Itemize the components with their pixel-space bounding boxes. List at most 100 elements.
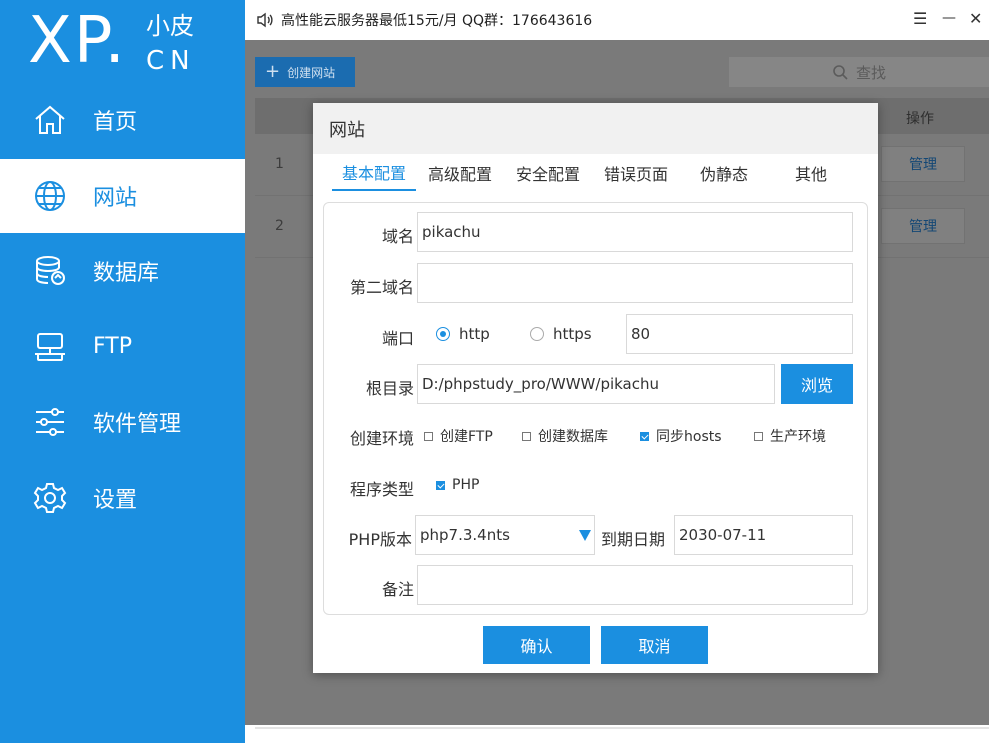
minimize-icon[interactable]: — bbox=[942, 10, 956, 26]
second-domain-label: 第二域名 bbox=[349, 278, 414, 297]
close-icon[interactable]: ✕ bbox=[969, 9, 982, 28]
domain-label: 域名 bbox=[381, 227, 414, 246]
basic-config-form: 域名 pikachu 第二域名 端口 http https 80 根目录 D:/… bbox=[323, 202, 868, 615]
row-number: 2 bbox=[275, 218, 284, 234]
port-label: 端口 bbox=[381, 329, 414, 348]
tab-advanced-config[interactable]: 高级配置 bbox=[416, 155, 504, 191]
confirm-button[interactable]: 确认 bbox=[483, 626, 590, 664]
create-website-button[interactable]: + 创建网站 bbox=[255, 57, 355, 87]
sidebar-item-label: 网站 bbox=[93, 185, 138, 211]
program-type-label: 程序类型 bbox=[349, 480, 414, 499]
domain-input[interactable]: pikachu bbox=[417, 212, 853, 252]
bottom-strip bbox=[245, 725, 989, 743]
cancel-button[interactable]: 取消 bbox=[601, 626, 708, 664]
top-bar: 高性能云服务器最低15元/月 QQ群：176643616 ☰ — ✕ bbox=[245, 0, 989, 40]
sidebar-item-website[interactable]: 网站 bbox=[0, 158, 245, 233]
php-label: PHP bbox=[452, 477, 480, 493]
tab-rewrite[interactable]: 伪静态 bbox=[680, 155, 768, 191]
sidebar-item-label: 软件管理 bbox=[93, 412, 182, 437]
http-radio[interactable]: http bbox=[436, 325, 490, 343]
php-version-select[interactable]: php7.3.4nts bbox=[415, 515, 595, 555]
note-label: 备注 bbox=[381, 580, 414, 599]
expire-date-label: 到期日期 bbox=[601, 530, 666, 549]
sidebar-item-ftp[interactable]: FTP bbox=[0, 310, 245, 384]
home-icon bbox=[32, 102, 68, 138]
checkbox-checked-icon bbox=[436, 480, 445, 490]
php-checkbox[interactable]: PHP bbox=[436, 477, 479, 493]
sidebar-nav: 首页 网站 数据库 FTP 软件管理 设置 bbox=[0, 83, 245, 536]
checkbox-icon bbox=[522, 431, 531, 441]
production-env-checkbox[interactable]: 生产环境 bbox=[754, 426, 826, 446]
port-row: 端口 http https 80 bbox=[324, 314, 869, 356]
database-icon bbox=[32, 253, 68, 289]
search-icon bbox=[833, 65, 848, 80]
sync-hosts-label: 同步hosts bbox=[656, 429, 722, 445]
sync-hosts-checkbox[interactable]: 同步hosts bbox=[640, 426, 722, 446]
second-domain-input[interactable] bbox=[417, 263, 853, 303]
second-domain-row: 第二域名 bbox=[324, 263, 869, 305]
php-version-row: PHP版本 php7.3.4nts 到期日期 2030-07-11 bbox=[324, 515, 869, 557]
https-radio[interactable]: https bbox=[530, 325, 592, 343]
root-dir-input[interactable]: D:/phpstudy_pro/WWW/pikachu bbox=[417, 364, 775, 404]
search-placeholder: 查找 bbox=[855, 63, 886, 82]
env-label: 创建环境 bbox=[349, 429, 414, 448]
note-input[interactable] bbox=[417, 565, 853, 605]
sliders-icon bbox=[32, 404, 68, 440]
expire-date-input[interactable]: 2030-07-11 bbox=[674, 515, 853, 555]
logo-small-text: 小皮 bbox=[146, 12, 194, 40]
tab-other[interactable]: 其他 bbox=[768, 155, 854, 191]
radio-unchecked-icon bbox=[530, 327, 544, 341]
website-dialog: 网站 基本配置 高级配置 安全配置 错误页面 伪静态 其他 域名 pikachu… bbox=[313, 103, 878, 673]
announcement-text[interactable]: 高性能云服务器最低15元/月 QQ群：176643616 bbox=[281, 10, 592, 30]
plus-icon: + bbox=[265, 61, 281, 82]
domain-row: 域名 pikachu bbox=[324, 212, 869, 254]
sidebar-item-settings[interactable]: 设置 bbox=[0, 461, 245, 535]
menu-icon[interactable]: ☰ bbox=[913, 9, 927, 28]
gear-icon bbox=[32, 480, 68, 516]
manage-button[interactable]: 管理 bbox=[881, 146, 965, 182]
checkbox-icon bbox=[424, 431, 433, 441]
root-dir-row: 根目录 D:/phpstudy_pro/WWW/pikachu 浏览 bbox=[324, 364, 869, 406]
note-row: 备注 bbox=[324, 565, 869, 607]
create-website-label: 创建网站 bbox=[287, 65, 336, 80]
tab-error-pages[interactable]: 错误页面 bbox=[592, 155, 680, 191]
sidebar-item-home[interactable]: 首页 bbox=[0, 83, 245, 157]
sidebar-item-database[interactable]: 数据库 bbox=[0, 234, 245, 308]
sidebar: XP. 小皮 CN 首页 网站 数据库 FTP 软件管理 设置 bbox=[0, 0, 245, 743]
program-type-row: 程序类型 PHP bbox=[324, 465, 869, 507]
ftp-icon bbox=[32, 329, 68, 365]
scroll-track bbox=[255, 727, 989, 729]
checkbox-checked-icon bbox=[640, 431, 649, 441]
logo-xp: XP. bbox=[28, 4, 127, 78]
create-database-label: 创建数据库 bbox=[538, 429, 608, 445]
create-ftp-checkbox[interactable]: 创建FTP bbox=[424, 426, 493, 446]
create-database-checkbox[interactable]: 创建数据库 bbox=[522, 426, 608, 446]
search-input[interactable]: 查找 bbox=[729, 57, 989, 87]
php-version-label: PHP版本 bbox=[348, 530, 412, 549]
column-header-actions: 操作 bbox=[906, 111, 934, 127]
sidebar-item-label: 数据库 bbox=[93, 261, 160, 286]
dropdown-arrow-icon bbox=[579, 530, 591, 541]
logo-cn: CN bbox=[146, 46, 196, 76]
tab-security-config[interactable]: 安全配置 bbox=[504, 155, 592, 191]
dialog-title: 网站 bbox=[313, 103, 878, 154]
tab-basic-config[interactable]: 基本配置 bbox=[332, 155, 416, 191]
checkbox-icon bbox=[754, 431, 763, 441]
env-row: 创建环境 创建FTP 创建数据库 同步hosts 生产环境 bbox=[324, 414, 869, 456]
globe-icon bbox=[32, 178, 68, 214]
sidebar-item-label: FTP bbox=[93, 334, 132, 359]
speaker-icon bbox=[257, 12, 273, 28]
create-ftp-label: 创建FTP bbox=[440, 429, 493, 445]
sidebar-item-label: 设置 bbox=[93, 487, 138, 513]
browse-button[interactable]: 浏览 bbox=[781, 364, 853, 404]
port-input[interactable]: 80 bbox=[626, 314, 853, 354]
row-number: 1 bbox=[275, 156, 284, 172]
php-version-value: php7.3.4nts bbox=[420, 526, 510, 544]
manage-button[interactable]: 管理 bbox=[881, 208, 965, 244]
sidebar-item-software[interactable]: 软件管理 bbox=[0, 385, 245, 459]
production-env-label: 生产环境 bbox=[770, 429, 826, 445]
dialog-tabs: 基本配置 高级配置 安全配置 错误页面 伪静态 其他 bbox=[332, 155, 854, 191]
https-label: https bbox=[553, 325, 592, 343]
sidebar-item-label: 首页 bbox=[93, 110, 138, 135]
radio-checked-icon bbox=[436, 327, 450, 341]
